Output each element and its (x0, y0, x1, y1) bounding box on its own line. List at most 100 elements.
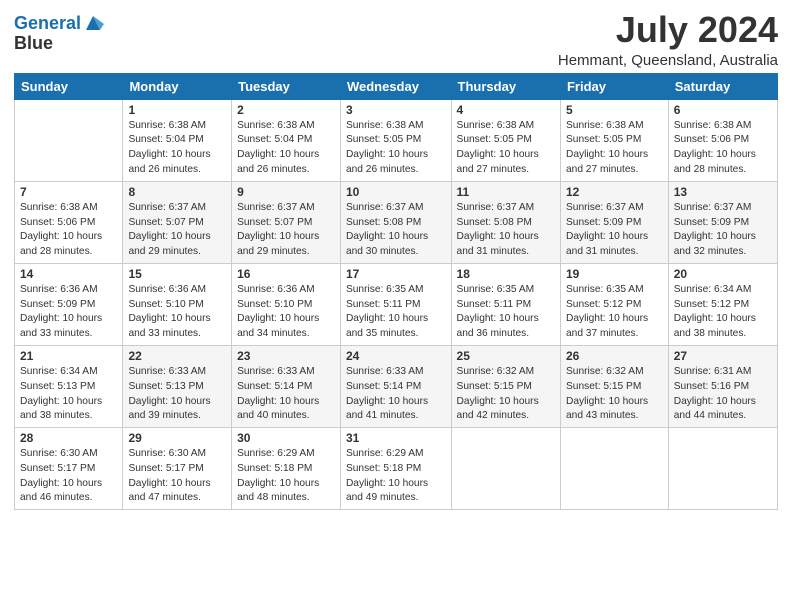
day-number: 5 (566, 103, 663, 117)
day-number: 2 (237, 103, 335, 117)
col-header-thursday: Thursday (451, 73, 560, 99)
day-number: 31 (346, 431, 446, 445)
calendar-cell: 22 Sunrise: 6:33 AMSunset: 5:13 PMDayligh… (123, 345, 232, 427)
cell-content: Sunrise: 6:30 AMSunset: 5:17 PMDaylight:… (20, 447, 117, 506)
day-number: 3 (346, 103, 446, 117)
calendar-cell: 3Sunrise: 6:38 AMSunset: 5:05 PMDaylight… (340, 99, 451, 181)
calendar-cell (15, 99, 123, 181)
cell-content: Sunrise: 6:34 AMSunset: 5:12 PMDaylight:… (674, 283, 772, 342)
calendar-cell: 25 Sunrise: 6:32 AMSunset: 5:15 PMDayligh… (451, 345, 560, 427)
col-header-friday: Friday (560, 73, 668, 99)
day-number: 7 (20, 185, 117, 199)
calendar-week-5: 28Sunrise: 6:30 AMSunset: 5:17 PMDayligh… (15, 428, 778, 510)
cell-content: Sunrise: 6:29 AMSunset: 5:18 PMDaylight:… (237, 447, 335, 506)
calendar-cell: 6 Sunrise: 6:38 AMSunset: 5:06 PMDaylight… (668, 99, 777, 181)
cell-content: Sunrise: 6:38 AMSunset: 5:05 PMDaylight:… (457, 119, 555, 178)
cell-content: Sunrise: 6:29 AMSunset: 5:18 PMDaylight:… (346, 447, 446, 506)
cell-content: Sunrise: 6:38 AMSunset: 5:06 PMDaylight:… (20, 201, 117, 260)
day-number: 6 (674, 103, 772, 117)
calendar-cell: 16 Sunrise: 6:36 AMSunset: 5:10 PMDayligh… (232, 263, 341, 345)
day-number: 8 (128, 185, 226, 199)
calendar-cell: 1Sunrise: 6:38 AMSunset: 5:04 PMDaylight… (123, 99, 232, 181)
calendar-cell: 14 Sunrise: 6:36 AMSunset: 5:09 PMDayligh… (15, 263, 123, 345)
calendar-cell: 21Sunrise: 6:34 AMSunset: 5:13 PMDayligh… (15, 345, 123, 427)
calendar-week-2: 7 Sunrise: 6:38 AMSunset: 5:06 PMDaylight… (15, 181, 778, 263)
cell-content: Sunrise: 6:38 AMSunset: 5:06 PMDaylight:… (674, 119, 772, 178)
day-number: 29 (128, 431, 226, 445)
cell-content: Sunrise: 6:31 AMSunset: 5:16 PMDaylight:… (674, 365, 772, 424)
calendar-week-1: 1Sunrise: 6:38 AMSunset: 5:04 PMDaylight… (15, 99, 778, 181)
cell-content: Sunrise: 6:36 AMSunset: 5:09 PMDaylight:… (20, 283, 117, 342)
calendar-cell: 13 Sunrise: 6:37 AMSunset: 5:09 PMDayligh… (668, 181, 777, 263)
calendar-week-3: 14 Sunrise: 6:36 AMSunset: 5:09 PMDayligh… (15, 263, 778, 345)
cell-content: Sunrise: 6:33 AMSunset: 5:14 PMDaylight:… (237, 365, 335, 424)
calendar-cell: 5 Sunrise: 6:38 AMSunset: 5:05 PMDaylight… (560, 99, 668, 181)
calendar-week-4: 21Sunrise: 6:34 AMSunset: 5:13 PMDayligh… (15, 345, 778, 427)
calendar-cell: 10Sunrise: 6:37 AMSunset: 5:08 PMDayligh… (340, 181, 451, 263)
day-number: 30 (237, 431, 335, 445)
col-header-wednesday: Wednesday (340, 73, 451, 99)
day-number: 13 (674, 185, 772, 199)
day-number: 10 (346, 185, 446, 199)
cell-content: Sunrise: 6:37 AMSunset: 5:08 PMDaylight:… (457, 201, 555, 260)
day-number: 11 (457, 185, 555, 199)
day-number: 25 (457, 349, 555, 363)
day-number: 12 (566, 185, 663, 199)
col-header-saturday: Saturday (668, 73, 777, 99)
title-block: July 2024 Hemmant, Queensland, Australia (558, 10, 778, 69)
calendar-cell (451, 428, 560, 510)
calendar-cell: 27 Sunrise: 6:31 AMSunset: 5:16 PMDayligh… (668, 345, 777, 427)
col-header-tuesday: Tuesday (232, 73, 341, 99)
logo-icon (82, 12, 104, 34)
logo-text: General (14, 14, 81, 34)
cell-content: Sunrise: 6:30 AMSunset: 5:17 PMDaylight:… (128, 447, 226, 506)
cell-content: Sunrise: 6:37 AMSunset: 5:09 PMDaylight:… (566, 201, 663, 260)
day-number: 26 (566, 349, 663, 363)
calendar-cell (668, 428, 777, 510)
logo: General Blue (14, 14, 104, 54)
cell-content: Sunrise: 6:38 AMSunset: 5:04 PMDaylight:… (128, 119, 226, 178)
col-header-monday: Monday (123, 73, 232, 99)
cell-content: Sunrise: 6:35 AMSunset: 5:11 PMDaylight:… (457, 283, 555, 342)
cell-content: Sunrise: 6:32 AMSunset: 5:15 PMDaylight:… (457, 365, 555, 424)
logo-blue: Blue (14, 34, 53, 54)
cell-content: Sunrise: 6:34 AMSunset: 5:13 PMDaylight:… (20, 365, 117, 424)
cell-content: Sunrise: 6:37 AMSunset: 5:07 PMDaylight:… (237, 201, 335, 260)
cell-content: Sunrise: 6:37 AMSunset: 5:09 PMDaylight:… (674, 201, 772, 260)
calendar-cell: 12 Sunrise: 6:37 AMSunset: 5:09 PMDayligh… (560, 181, 668, 263)
calendar-cell: 9 Sunrise: 6:37 AMSunset: 5:07 PMDaylight… (232, 181, 341, 263)
day-number: 23 (237, 349, 335, 363)
day-number: 22 (128, 349, 226, 363)
calendar-cell: 31 Sunrise: 6:29 AMSunset: 5:18 PMDayligh… (340, 428, 451, 510)
day-number: 18 (457, 267, 555, 281)
day-number: 4 (457, 103, 555, 117)
day-number: 9 (237, 185, 335, 199)
day-number: 17 (346, 267, 446, 281)
cell-content: Sunrise: 6:38 AMSunset: 5:05 PMDaylight:… (566, 119, 663, 178)
calendar-cell: 30 Sunrise: 6:29 AMSunset: 5:18 PMDayligh… (232, 428, 341, 510)
calendar-cell: 29 Sunrise: 6:30 AMSunset: 5:17 PMDayligh… (123, 428, 232, 510)
calendar-cell: 4 Sunrise: 6:38 AMSunset: 5:05 PMDaylight… (451, 99, 560, 181)
day-number: 19 (566, 267, 663, 281)
header: General Blue July 2024 Hemmant, Queensla… (14, 10, 778, 69)
day-number: 15 (128, 267, 226, 281)
location: Hemmant, Queensland, Australia (558, 52, 778, 69)
cell-content: Sunrise: 6:35 AMSunset: 5:12 PMDaylight:… (566, 283, 663, 342)
month-title: July 2024 (558, 10, 778, 50)
header-row: SundayMondayTuesdayWednesdayThursdayFrid… (15, 73, 778, 99)
day-number: 27 (674, 349, 772, 363)
cell-content: Sunrise: 6:36 AMSunset: 5:10 PMDaylight:… (237, 283, 335, 342)
col-header-sunday: Sunday (15, 73, 123, 99)
calendar-cell: 26 Sunrise: 6:32 AMSunset: 5:15 PMDayligh… (560, 345, 668, 427)
cell-content: Sunrise: 6:36 AMSunset: 5:10 PMDaylight:… (128, 283, 226, 342)
calendar-cell: 24Sunrise: 6:33 AMSunset: 5:14 PMDayligh… (340, 345, 451, 427)
day-number: 16 (237, 267, 335, 281)
calendar-table: SundayMondayTuesdayWednesdayThursdayFrid… (14, 73, 778, 511)
page: General Blue July 2024 Hemmant, Queensla… (0, 0, 792, 612)
cell-content: Sunrise: 6:33 AMSunset: 5:14 PMDaylight:… (346, 365, 446, 424)
day-number: 20 (674, 267, 772, 281)
cell-content: Sunrise: 6:32 AMSunset: 5:15 PMDaylight:… (566, 365, 663, 424)
calendar-cell: 19 Sunrise: 6:35 AMSunset: 5:12 PMDayligh… (560, 263, 668, 345)
day-number: 14 (20, 267, 117, 281)
cell-content: Sunrise: 6:33 AMSunset: 5:13 PMDaylight:… (128, 365, 226, 424)
